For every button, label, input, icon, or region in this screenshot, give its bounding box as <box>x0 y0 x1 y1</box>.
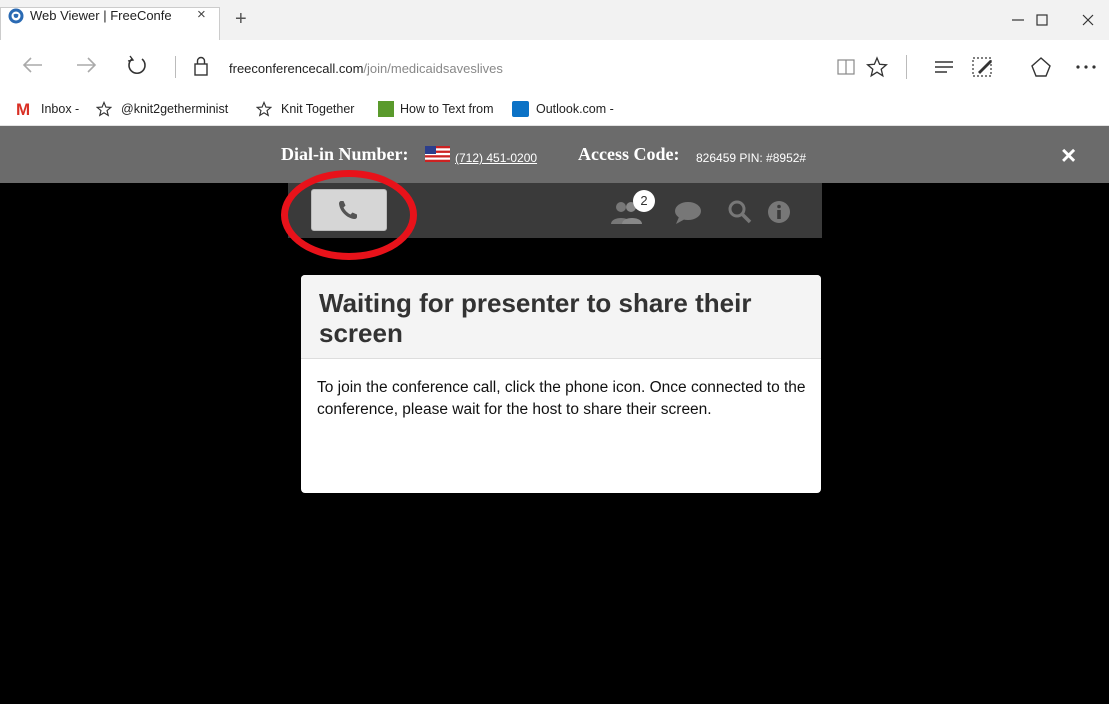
info-icon[interactable] <box>766 199 792 225</box>
outlook-icon <box>512 101 529 117</box>
hub-icon[interactable] <box>933 57 955 77</box>
tab-title: Web Viewer | FreeConfe <box>30 8 172 23</box>
us-flag-icon <box>425 146 450 162</box>
refresh-icon[interactable] <box>124 52 150 78</box>
favorite-item[interactable]: @knit2getherminist <box>121 102 228 116</box>
dial-in-number-link[interactable]: (712) 451-0200 <box>455 151 537 165</box>
reading-view-icon[interactable] <box>836 58 856 76</box>
url-path: /join/medicaidsaveslives <box>363 61 503 76</box>
dial-in-label: Dial-in Number: <box>281 144 409 164</box>
gmail-icon: M <box>16 100 31 119</box>
access-code-value: 826459 PIN: #8952# <box>696 151 807 165</box>
star-icon <box>256 101 272 117</box>
forward-arrow-icon[interactable] <box>73 52 99 78</box>
access-code-label: Access Code: <box>578 144 680 164</box>
site-favicon-icon <box>8 8 24 24</box>
dial-in-header <box>0 126 1109 183</box>
howto-icon <box>378 101 394 117</box>
chat-icon[interactable] <box>673 200 703 226</box>
url-field[interactable]: freeconferencecall.com/join/medicaidsave… <box>229 61 503 76</box>
tab-close-button[interactable]: × <box>197 6 206 23</box>
share-icon[interactable] <box>1029 55 1053 79</box>
toolbar-divider <box>906 55 907 79</box>
search-icon[interactable] <box>727 199 753 225</box>
maximize-icon[interactable] <box>1032 10 1052 30</box>
address-divider <box>175 56 176 78</box>
lock-icon <box>194 56 208 76</box>
phone-icon <box>339 201 357 219</box>
web-note-icon[interactable] <box>970 54 996 80</box>
url-host: freeconferencecall.com <box>229 61 364 76</box>
participants-count-badge: 2 <box>633 190 655 212</box>
more-icon[interactable] <box>1074 58 1098 76</box>
header-close-button[interactable]: × <box>1061 142 1076 168</box>
new-tab-button[interactable]: + <box>235 9 247 29</box>
back-arrow-icon[interactable] <box>20 52 46 78</box>
dialog-message: To join the conference call, click the p… <box>317 379 806 418</box>
favorite-star-icon[interactable] <box>866 56 888 78</box>
close-icon[interactable] <box>1078 10 1098 30</box>
favorite-item[interactable]: How to Text from <box>400 102 494 116</box>
minimize-icon[interactable] <box>1008 10 1028 30</box>
dialog-title: Waiting for presenter to share their scr… <box>319 288 752 348</box>
favorite-item[interactable]: Outlook.com - <box>536 102 614 116</box>
favorite-item[interactable]: Knit Together <box>281 102 354 116</box>
star-icon <box>96 101 112 117</box>
favorite-item[interactable]: Inbox - <box>41 102 79 116</box>
